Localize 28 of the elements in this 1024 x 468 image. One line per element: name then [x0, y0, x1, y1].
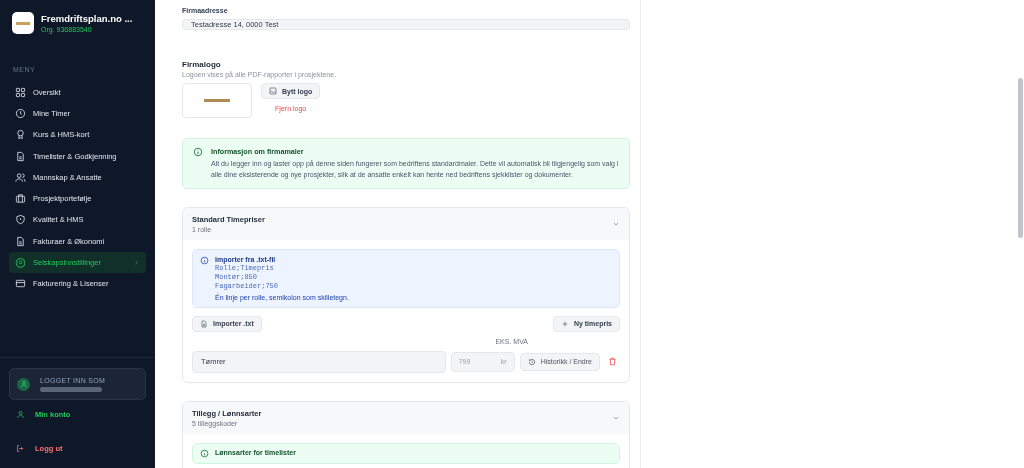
- company-name: Fremdriftsplan.no ...: [41, 13, 133, 24]
- settings-icon: [15, 257, 26, 268]
- grid-icon: [15, 86, 26, 98]
- user-icon: [16, 409, 25, 419]
- company-logo-icon: [12, 12, 34, 34]
- blurred-email: [40, 386, 102, 392]
- document-icon: [200, 319, 208, 328]
- trash-icon[interactable]: [608, 357, 617, 367]
- award-icon: [15, 129, 26, 141]
- scrollbar-thumb[interactable]: [1018, 78, 1023, 238]
- document-icon: [15, 235, 26, 247]
- users-icon: [15, 171, 26, 183]
- plus-icon: [560, 319, 569, 328]
- image-icon: [269, 87, 277, 95]
- briefcase-icon: [15, 193, 26, 205]
- shield-icon: [15, 214, 26, 226]
- section-title: Firmalogo: [182, 60, 222, 69]
- logo-preview: [182, 83, 252, 118]
- credit-card-icon: [15, 278, 26, 290]
- info-icon: [193, 147, 203, 157]
- chevron-icon: [133, 259, 140, 266]
- info-icon: [200, 256, 209, 266]
- user-avatar-icon: [17, 377, 30, 391]
- info-icon: [200, 448, 209, 458]
- document-icon: [15, 150, 26, 162]
- logout-icon: [16, 443, 25, 453]
- clock-icon: [15, 107, 26, 119]
- history-icon: [527, 357, 536, 366]
